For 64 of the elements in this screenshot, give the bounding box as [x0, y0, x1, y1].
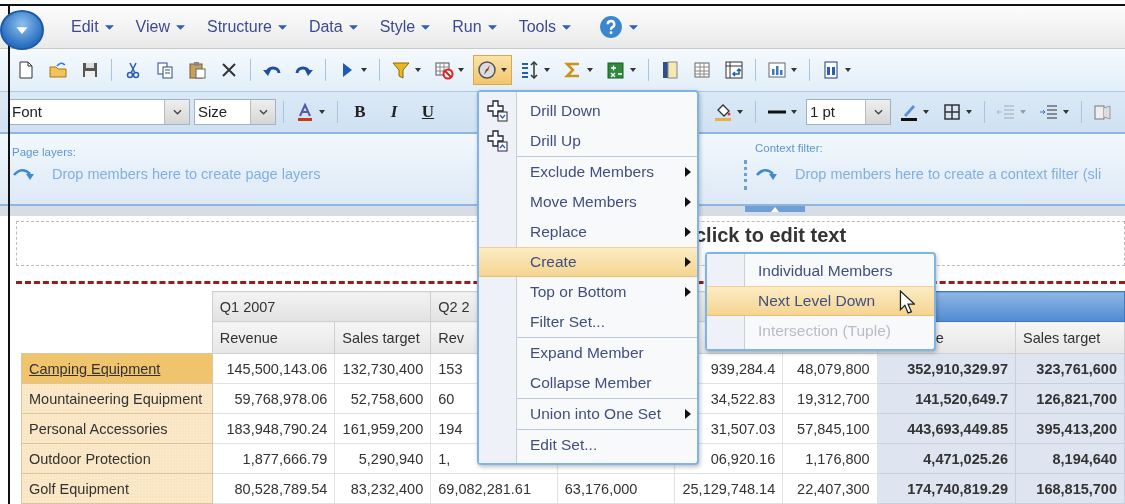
table-cell: 323,761,600: [1015, 353, 1125, 384]
column-header[interactable]: Revenue: [212, 321, 335, 354]
table-cell: 145,500,143.06: [212, 353, 335, 384]
column-group-header[interactable]: Q1 2007: [212, 291, 431, 322]
dropdown-field[interactable]: 1 pt: [806, 99, 891, 125]
table-cell: 5,290,940: [334, 443, 431, 474]
menu-item[interactable]: Edit: [62, 14, 123, 40]
menu-item[interactable]: Drill Up: [479, 126, 697, 156]
table-cell: 25,129,748.14: [675, 473, 783, 504]
table-cell: 52,758,600: [334, 383, 431, 414]
table-cell: 63,176,000: [557, 473, 675, 504]
menu-item[interactable]: Create: [479, 247, 697, 277]
italic-button[interactable]: I: [379, 97, 409, 127]
menu-item[interactable]: Move Members: [479, 187, 697, 217]
column-header[interactable]: Sales target: [334, 321, 431, 354]
table-cell: 141,520,649.7: [877, 383, 1016, 414]
table-cell: 80,528,789.54: [212, 473, 335, 504]
menu-item[interactable]: Drill Down: [479, 96, 697, 126]
table-cell: 168,815,700: [1015, 473, 1125, 504]
row-header[interactable]: Golf Equipment: [21, 473, 213, 504]
table-cell: 83,232,400: [334, 473, 431, 504]
table-cell: 57,845,100: [782, 413, 878, 444]
drop-hint: Drop members here to create page layers: [52, 166, 321, 182]
menu-item[interactable]: View: [126, 14, 194, 40]
dropdown-field[interactable]: Font: [8, 99, 190, 125]
table-cell: 132,730,400: [334, 353, 431, 384]
table-cell: 59,768,978.06: [212, 383, 335, 414]
menu-item[interactable]: Replace: [479, 217, 697, 247]
table-cell: 69,082,281.61: [430, 473, 558, 504]
column-header[interactable]: Sales target: [1015, 321, 1125, 354]
table-cell: 4,471,025.26: [877, 443, 1016, 474]
menu-item[interactable]: Data: [299, 14, 367, 40]
row-header[interactable]: Personal Accessories: [21, 413, 213, 444]
zone-label: Context filter:: [755, 142, 823, 154]
menu-item[interactable]: Exclude Members: [479, 157, 697, 187]
table-cell: 48,079,800: [782, 353, 878, 384]
table-cell: 352,910,329.97: [877, 353, 1016, 384]
zone-label: Page layers:: [12, 146, 76, 158]
menu-item[interactable]: Run: [443, 14, 506, 40]
drop-hint: Drop members here to create a context filter (sli: [795, 166, 1102, 182]
underline-button[interactable]: U: [413, 97, 443, 127]
table-cell: 161,959,200: [334, 413, 431, 444]
menu-item[interactable]: Structure: [197, 14, 296, 40]
table-cell: 8,194,640: [1015, 443, 1125, 474]
menu-item[interactable]: Tools: [509, 14, 580, 40]
table-cell: 1,877,666.79: [212, 443, 335, 474]
menu-item[interactable]: Style: [370, 14, 440, 40]
table-cell: 22,407,300: [782, 473, 878, 504]
dropdown-field[interactable]: Size: [194, 99, 276, 125]
table-cell: 174,740,819.29: [877, 473, 1016, 504]
table-cell: 443,693,449.85: [877, 413, 1016, 444]
row-header[interactable]: Mountaineering Equipment: [21, 383, 213, 414]
table-cell: 126,821,700: [1015, 383, 1125, 414]
menu-item[interactable]: Top or Bottom: [479, 277, 697, 307]
table-cell: 183,948,790.24: [212, 413, 335, 444]
menu-item[interactable]: Next Level Down: [707, 286, 934, 316]
menu-item[interactable]: Individual Members: [707, 256, 934, 286]
menu-item[interactable]: Filter Set...: [479, 307, 697, 337]
row-header[interactable]: Camping Equipment: [21, 353, 213, 384]
table-cell: 395,413,200: [1015, 413, 1125, 444]
bold-button[interactable]: B: [345, 97, 375, 127]
table-cell: 19,312,700: [782, 383, 878, 414]
table-cell: 1,176,800: [782, 443, 878, 474]
row-header[interactable]: Outdoor Protection: [21, 443, 213, 474]
